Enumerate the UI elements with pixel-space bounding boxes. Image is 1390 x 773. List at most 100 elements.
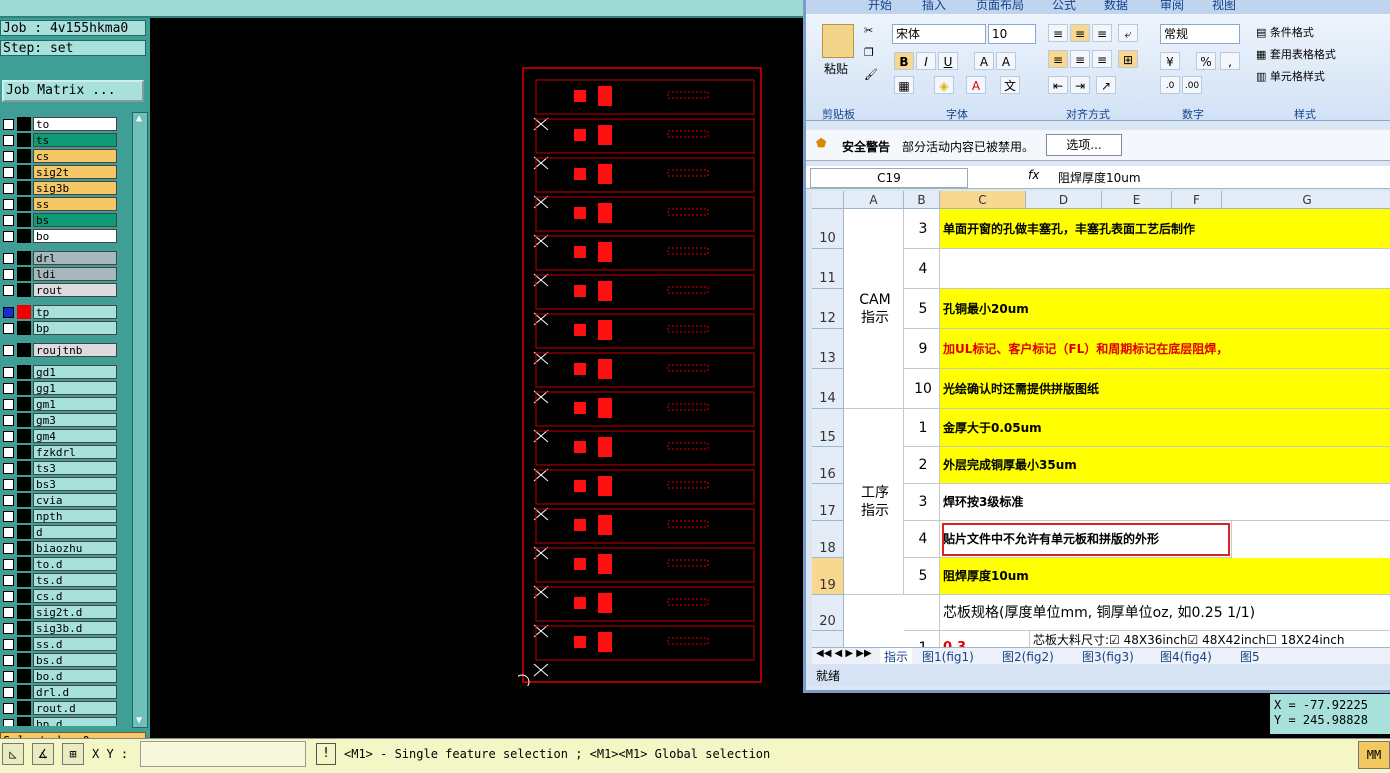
layer-name[interactable]: bp.d — [33, 717, 117, 726]
layer-name[interactable]: npth — [33, 509, 117, 523]
cell-b[interactable]: 1 — [904, 409, 940, 447]
layer-row[interactable]: to — [0, 116, 120, 132]
align-left-button[interactable]: ≡ — [1048, 50, 1068, 68]
row-header[interactable]: 20 — [812, 595, 844, 631]
layer-checkbox[interactable] — [3, 687, 14, 698]
row-header[interactable]: 11 — [812, 249, 844, 289]
layer-row[interactable]: ts3 — [0, 460, 120, 476]
layer-row[interactable]: rout — [0, 282, 120, 298]
layer-name[interactable]: bo.d — [33, 669, 117, 683]
layer-checkbox[interactable] — [3, 463, 14, 474]
border-button[interactable]: ▦ — [894, 76, 914, 94]
layer-row[interactable]: bp — [0, 320, 120, 336]
row-header[interactable]: 18 — [812, 521, 844, 558]
cell-c[interactable]: 单面开窗的孔做丰塞孔，丰塞孔表面工艺后制作 — [940, 209, 1390, 249]
column-header[interactable]: G — [1222, 191, 1390, 209]
cell-c[interactable]: 外层完成铜厚最小35um — [940, 447, 1390, 484]
layer-row[interactable]: drl — [0, 250, 120, 266]
layer-name[interactable]: biaozhu — [33, 541, 117, 555]
row-header[interactable]: 16 — [812, 447, 844, 484]
layer-name[interactable]: sig2t — [33, 165, 117, 179]
orientation-button[interactable]: ↗ — [1096, 76, 1116, 94]
layer-name[interactable]: sig2t.d — [33, 605, 117, 619]
cell-b[interactable]: 3 — [904, 484, 940, 521]
table-format-button[interactable]: ▦ 套用表格格式 — [1256, 46, 1336, 62]
font-size-select[interactable]: 10 — [988, 24, 1036, 44]
layer-checkbox[interactable] — [3, 323, 14, 334]
paste-label[interactable]: 粘贴 — [824, 60, 848, 77]
layer-name[interactable]: bo — [33, 229, 117, 243]
layer-checkbox[interactable] — [3, 591, 14, 602]
layer-name[interactable]: gd1 — [33, 365, 117, 379]
column-header[interactable]: B — [904, 191, 940, 209]
align-middle-button[interactable]: ≡ — [1070, 24, 1090, 42]
scroll-up-icon[interactable]: ▲ — [133, 113, 145, 125]
layer-checkbox[interactable] — [3, 269, 14, 280]
layer-name[interactable]: drl — [33, 251, 117, 265]
tab-view[interactable]: 视图 — [1212, 0, 1236, 13]
layer-name[interactable]: ss — [33, 197, 117, 211]
layer-row[interactable]: ts.d — [0, 572, 120, 588]
layer-name[interactable]: d — [33, 525, 117, 539]
grid-tool-icon[interactable]: ⊞ — [62, 743, 84, 765]
layer-row[interactable]: bs — [0, 212, 120, 228]
layer-checkbox[interactable] — [3, 167, 14, 178]
layer-row[interactable]: to.d — [0, 556, 120, 572]
layer-name[interactable]: gm1 — [33, 397, 117, 411]
row-header[interactable]: 10 — [812, 209, 844, 249]
layer-row[interactable]: gg1 — [0, 380, 120, 396]
layer-row[interactable]: gm4 — [0, 428, 120, 444]
layer-row[interactable]: roujtnb — [0, 342, 120, 358]
layer-row[interactable]: bo — [0, 228, 120, 244]
font-color-button[interactable]: A — [966, 76, 986, 94]
layer-checkbox[interactable] — [3, 231, 14, 242]
layer-name[interactable]: drl.d — [33, 685, 117, 699]
layer-checkbox[interactable] — [3, 431, 14, 442]
column-header[interactable]: D — [1026, 191, 1102, 209]
cell-c[interactable] — [940, 249, 1390, 289]
bold-button[interactable]: B — [894, 52, 914, 70]
layer-row[interactable]: bo.d — [0, 668, 120, 684]
layer-checkbox[interactable] — [3, 655, 14, 666]
layer-checkbox[interactable] — [3, 415, 14, 426]
layer-row[interactable]: gm3 — [0, 412, 120, 428]
layer-checkbox[interactable] — [3, 527, 14, 538]
cell-c[interactable]: 芯板规格(厚度单位mm, 铜厚单位oz, 如0.25 1/1) — [940, 595, 1390, 631]
sheet-tab[interactable]: 图3(fig3) — [1082, 648, 1134, 665]
sheet-tab[interactable]: 图2(fig2) — [1002, 648, 1054, 665]
layer-name[interactable]: roujtnb — [33, 343, 117, 357]
sheet-tab[interactable]: 图1(fig1) — [922, 648, 974, 665]
layer-name[interactable]: cvia — [33, 493, 117, 507]
name-box[interactable]: C19 — [810, 168, 968, 188]
layer-name[interactable]: to — [33, 117, 117, 131]
layer-row[interactable]: tp — [0, 304, 120, 320]
layer-checkbox[interactable] — [3, 639, 14, 650]
layer-name[interactable]: bs.d — [33, 653, 117, 667]
layer-checkbox[interactable] — [3, 253, 14, 264]
layer-checkbox[interactable] — [3, 575, 14, 586]
layer-name[interactable]: sig3b — [33, 181, 117, 195]
layer-row[interactable]: biaozhu — [0, 540, 120, 556]
layer-checkbox[interactable] — [3, 183, 14, 194]
spreadsheet-grid[interactable]: ABCDEFGH103单面开窗的孔做丰塞孔，丰塞孔表面工艺后制作114125孔铜… — [812, 191, 1390, 665]
sheet-nav-icon[interactable]: ◀◀ ◀ ▶ ▶▶ — [816, 648, 872, 659]
cell-b[interactable]: 5 — [904, 289, 940, 329]
options-button[interactable]: 选项... — [1046, 134, 1122, 156]
cell-c[interactable]: 焊环按3级标准 — [940, 484, 1390, 521]
row-header[interactable]: 17 — [812, 484, 844, 521]
comma-button[interactable]: , — [1220, 52, 1240, 70]
layer-checkbox[interactable] — [3, 719, 14, 726]
cell-b[interactable]: 2 — [904, 447, 940, 484]
layer-row[interactable]: cvia — [0, 492, 120, 508]
cell-b[interactable]: 5 — [904, 558, 940, 595]
cell-b[interactable]: 4 — [904, 521, 940, 558]
cell-c[interactable]: 加UL标记、客户标记（FL）和周期标记在底层阻焊， — [940, 329, 1390, 369]
layer-name[interactable]: gm3 — [33, 413, 117, 427]
align-bottom-button[interactable]: ≡ — [1092, 24, 1112, 42]
row-header[interactable]: 12 — [812, 289, 844, 329]
warning-button[interactable]: ! — [316, 743, 336, 765]
column-header[interactable]: A — [844, 191, 904, 209]
cell-b[interactable]: 3 — [904, 209, 940, 249]
layer-name[interactable]: ts — [33, 133, 117, 147]
layer-checkbox[interactable] — [3, 559, 14, 570]
